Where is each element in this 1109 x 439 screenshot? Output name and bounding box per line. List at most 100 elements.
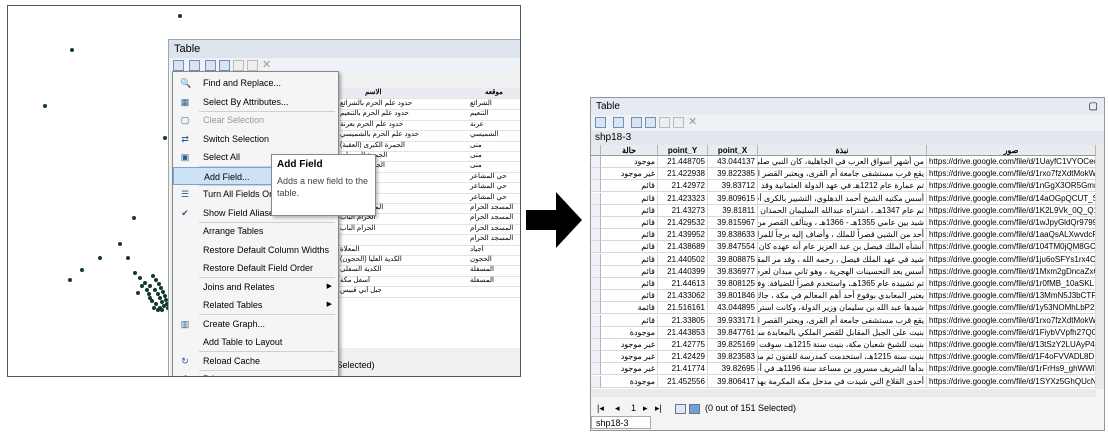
table-options-icon[interactable] — [173, 60, 184, 71]
grid-header: الاسم موقعه — [320, 88, 520, 100]
menu-item-print[interactable]: ⎙ Print... — [173, 370, 338, 376]
delete-icon[interactable]: ✕ — [688, 115, 697, 128]
table-cell: المسفلة — [470, 276, 494, 284]
attribute-grid-left[interactable]: الاسم موقعه حدود علم الحرم بالشرائع الشرا… — [319, 88, 520, 348]
horizontal-scrollbar[interactable] — [591, 389, 1096, 397]
related-tables-icon[interactable] — [613, 117, 624, 128]
menu-item-create-graph[interactable]: ▥ Create Graph... — [173, 315, 338, 333]
column-header[interactable]: point_Y — [658, 145, 708, 156]
row-selector[interactable] — [591, 326, 601, 339]
current-record-field[interactable]: 1 — [631, 401, 636, 415]
select-by-attributes-icon[interactable] — [205, 60, 216, 71]
table-cell: قائم — [601, 192, 658, 205]
table-row[interactable]: موجودة 21.443853 39.847761 بنيت على الجبل ا… — [591, 326, 1104, 339]
row-selector[interactable] — [591, 302, 601, 315]
menu-item-restore-default-field-order[interactable]: Restore Default Field Order — [173, 259, 338, 277]
menu-item-restore-default-column-widths[interactable]: Restore Default Column Widths — [173, 241, 338, 259]
table-tab[interactable]: shp18-3 — [591, 416, 651, 429]
row-selector[interactable] — [591, 168, 601, 181]
select-by-attributes-icon[interactable] — [631, 117, 642, 128]
row-selector[interactable] — [591, 204, 601, 217]
related-tables-icon[interactable] — [189, 60, 200, 71]
row-selector[interactable] — [591, 192, 601, 205]
prev-record-button[interactable]: ◂ — [615, 401, 620, 415]
zoom-to-selected-icon[interactable] — [247, 60, 258, 71]
table-row[interactable]: غير موجود 21.422938 39.822385 يقع قرب مستشف… — [591, 168, 1104, 181]
maximize-icon[interactable]: ▢ — [1089, 98, 1098, 115]
table-row[interactable]: قائم 21.440502 39.808875 شيد في عهد الملك ف… — [591, 253, 1104, 266]
menu-item-reload-cache[interactable]: ↻ Reload Cache — [173, 352, 338, 370]
row-selector[interactable] — [591, 339, 601, 351]
table-row[interactable]: قائم 21.33805 39.933171 يقع قرب مستشفى جامع… — [591, 314, 1104, 327]
clear-selection-icon[interactable] — [659, 117, 670, 128]
map-view-panel[interactable]: Table ✕ الاسم موقعه حدود علم الحرم بالشر… — [7, 5, 521, 377]
map-point — [43, 104, 47, 108]
row-selector[interactable] — [591, 314, 601, 327]
row-selector[interactable] — [591, 265, 601, 278]
menu-item-select-by-attributes[interactable]: ▦ Select By Attributes... — [173, 93, 338, 111]
menu-item-find-and-replace[interactable]: 🔍 Find and Replace... — [173, 74, 338, 92]
zoom-to-selected-icon[interactable] — [673, 117, 684, 128]
column-header[interactable]: صور — [927, 145, 1096, 156]
vertical-scrollbar[interactable] — [1096, 145, 1104, 389]
row-selector[interactable] — [591, 241, 601, 254]
menu-item-switch-selection[interactable]: ⇄ Switch Selection — [173, 130, 338, 148]
table-row[interactable]: غير موجود 21.42775 39.825169 بنيت للشيخ شعب… — [591, 339, 1104, 351]
table-row[interactable]: قائم 21.433062 39.801846 يعتبر المعابدي بوق… — [591, 290, 1104, 303]
table-row[interactable]: جبل أبي قبيس — [320, 286, 520, 298]
grid-corner[interactable] — [591, 145, 601, 156]
menu-item-label: Related Tables — [203, 300, 263, 310]
menu-item-joins-and-relates[interactable]: Joins and Relates ▶ — [173, 278, 338, 296]
column-header[interactable]: حالة — [601, 145, 658, 156]
menu-item-label: Restore Default Column Widths — [203, 244, 330, 255]
row-selector[interactable] — [591, 180, 601, 193]
table-row[interactable]: غير موجود 21.41774 39.82695 بدأها الشريف مس… — [591, 363, 1104, 376]
delete-icon[interactable]: ✕ — [262, 58, 271, 71]
row-selector[interactable] — [591, 217, 601, 229]
table-row[interactable]: قائم 21.439952 39.838633 أحد من الشبي قصراً… — [591, 229, 1104, 242]
last-record-button[interactable]: ▸| — [655, 401, 662, 415]
switch-selection-icon[interactable] — [219, 60, 230, 71]
next-record-button[interactable]: ▸ — [643, 401, 648, 415]
table-row[interactable]: قائم 21.440399 39.836977 أسس بعد التحسينات … — [591, 265, 1104, 278]
table-cell: حدود علم الحرم بالشرائع — [340, 100, 413, 107]
table-cell: يقع قرب مستشفى جامعة أم القرى، ويعتبر ال… — [758, 168, 927, 181]
row-selector[interactable] — [591, 351, 601, 364]
table-row[interactable]: قائم 21.44613 39.808125 تم تشييده عام 1365ه… — [591, 278, 1104, 290]
table-row[interactable]: قائم 21.43273 39.81811 تم عام 1347هـ ، اشتر… — [591, 204, 1104, 217]
table-row[interactable]: موجودة 21.452556 39.806417 أحدى القلاع التي… — [591, 375, 1104, 388]
column-header[interactable]: موقعه — [485, 88, 503, 98]
row-selector[interactable] — [591, 290, 601, 303]
switch-selection-icon[interactable] — [645, 117, 656, 128]
row-selector[interactable] — [591, 156, 601, 168]
row-selector[interactable] — [591, 363, 601, 376]
menu-item-arrange-tables[interactable]: Arrange Tables — [173, 222, 338, 240]
row-selector[interactable] — [591, 229, 601, 242]
clear-selection-icon[interactable] — [233, 60, 244, 71]
table-row[interactable]: قائم 21.429532 39.815967 شيد بين عامي 1355ه… — [591, 217, 1104, 229]
menu-item-label: Select All — [203, 152, 241, 162]
table-row[interactable]: قائم 21.438689 39.847554 أنشأه الملك فيصل ب… — [591, 241, 1104, 254]
row-selector[interactable] — [591, 278, 601, 290]
table-options-icon[interactable] — [595, 117, 606, 128]
menu-item-clear-selection[interactable]: ▢ Clear Selection — [173, 111, 338, 129]
menu-item-related-tables[interactable]: Related Tables ▶ — [173, 296, 338, 314]
menu-item-add-table-to-layout[interactable]: Add Table to Layout — [173, 333, 338, 351]
first-record-button[interactable]: |◂ — [597, 401, 604, 415]
table-row[interactable]: قائم 21.423323 39.809615 أسس مكتبه الشيخ أح… — [591, 192, 1104, 205]
table-row[interactable]: موجود 21.448705 43.044137 من أشهر أسواق الع… — [591, 156, 1104, 168]
table-cell: 21.433062 — [658, 290, 708, 303]
row-selector[interactable] — [591, 375, 601, 388]
show-all-records-icon[interactable] — [675, 404, 686, 414]
table-cell: 21.42972 — [658, 180, 708, 193]
table-row[interactable]: قائم 21.42972 39.83712 تم عمارة عام 1212هـ … — [591, 180, 1104, 193]
row-selector[interactable] — [591, 253, 601, 266]
column-header[interactable]: point_X — [708, 145, 758, 156]
column-header[interactable]: نبذة — [758, 145, 927, 156]
column-header[interactable]: الاسم — [365, 88, 381, 98]
show-selected-records-icon[interactable] — [689, 404, 700, 414]
attribute-grid[interactable]: حالة point_Y point_X نبذة صور موجود 21.448705 4… — [591, 145, 1104, 389]
table-row[interactable]: غير موجود 21.42429 39.823583 بنيت سنة 1215ه… — [591, 351, 1104, 364]
table-cell: 39.82695 — [708, 363, 758, 376]
table-row[interactable]: قائمة 21.516161 43.044895 شيدها عبد الله بن… — [591, 302, 1104, 315]
